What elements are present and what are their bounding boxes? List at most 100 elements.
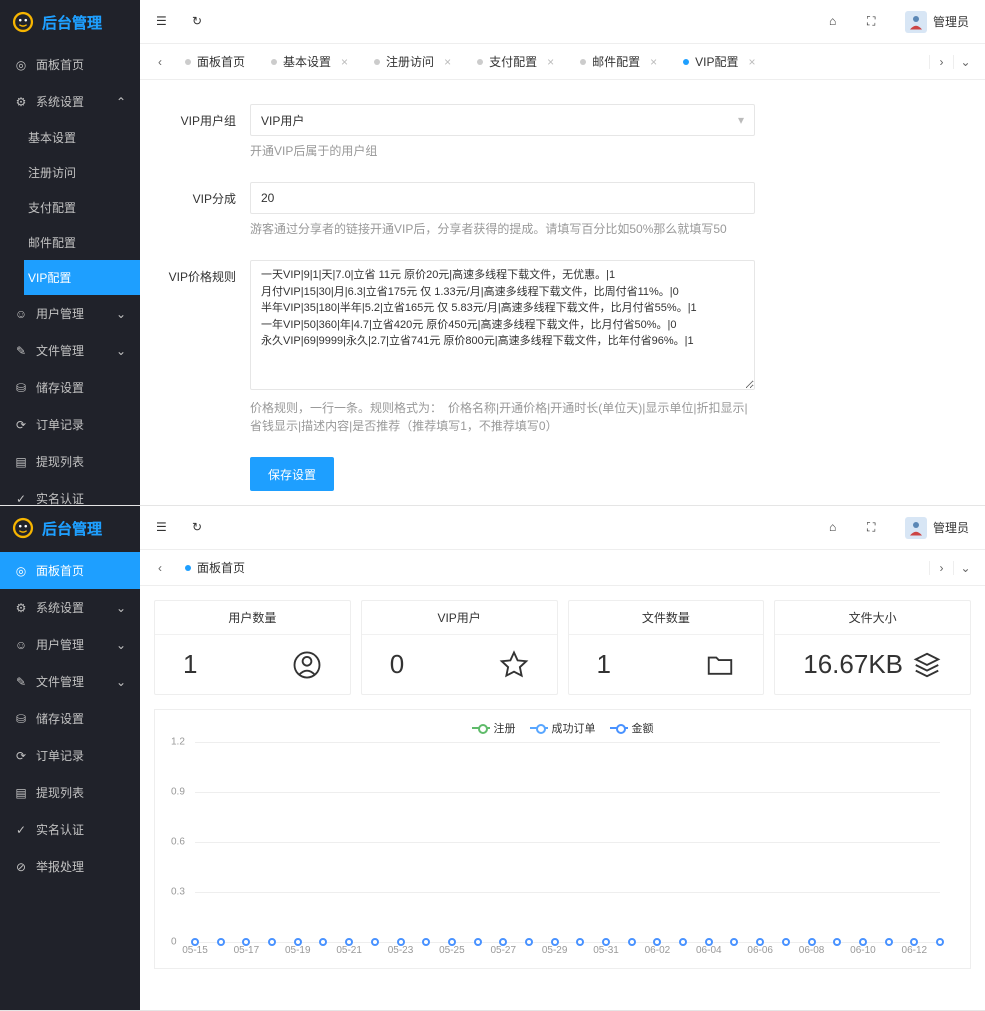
tab-close-icon[interactable]: × bbox=[650, 55, 657, 69]
admin-menu[interactable]: 管理员 bbox=[905, 11, 969, 33]
legend-label: 成功订单 bbox=[552, 720, 596, 736]
nav-dashboard[interactable]: ◎面板首页 bbox=[0, 46, 140, 83]
nav-user[interactable]: ☺用户管理⌄ bbox=[0, 626, 140, 663]
nav-orders[interactable]: ⟳订单记录 bbox=[0, 737, 140, 774]
chart-point bbox=[833, 938, 841, 946]
tab-dot-icon bbox=[477, 59, 483, 65]
nav-sub-label: 注册访问 bbox=[28, 164, 76, 181]
nav-system-sub[interactable]: 注册访问 bbox=[24, 155, 140, 190]
tab[interactable]: VIP配置× bbox=[670, 44, 768, 80]
tab-label: 邮件配置 bbox=[592, 53, 640, 70]
share-hint: 游客通过分享者的链接开通VIP后，分享者获得的提成。请填写百分比如50%那么就填… bbox=[250, 220, 755, 238]
nav-storage[interactable]: ⛁储存设置 bbox=[0, 700, 140, 737]
tab-label: 支付配置 bbox=[489, 53, 537, 70]
nav-system-sub[interactable]: 邮件配置 bbox=[24, 225, 140, 260]
user-icon bbox=[292, 650, 322, 680]
chevron-down-icon: ⌄ bbox=[116, 307, 126, 321]
refresh-icon[interactable]: ↻ bbox=[192, 520, 208, 536]
nav-withdraw[interactable]: ▤提现列表 bbox=[0, 774, 140, 811]
vipgroup-value: VIP用户 bbox=[261, 112, 304, 129]
tab-close-icon[interactable]: × bbox=[748, 55, 755, 69]
nav-file-label: 文件管理 bbox=[36, 673, 84, 690]
nav-withdraw-label: 提现列表 bbox=[36, 453, 84, 470]
rules-hint: 价格规则，一行一条。规则格式为： 价格名称|开通价格|开通时长(单位天)|显示单… bbox=[250, 399, 755, 435]
tab-prev[interactable]: ‹ bbox=[148, 561, 172, 575]
menu-toggle-icon[interactable]: ☰ bbox=[156, 520, 172, 536]
stat-card: VIP用户0 bbox=[361, 600, 558, 695]
tab[interactable]: 支付配置 × bbox=[464, 44, 567, 80]
layers-icon bbox=[912, 650, 942, 680]
tab-more[interactable]: ⌄ bbox=[953, 561, 977, 575]
chart-point bbox=[371, 938, 379, 946]
chart-point bbox=[782, 938, 790, 946]
vipgroup-label: VIP用户组 bbox=[160, 104, 250, 176]
nav-system-sub[interactable]: 支付配置 bbox=[24, 190, 140, 225]
legend-item[interactable]: 金额 bbox=[610, 720, 654, 736]
nav-system-sub[interactable]: 基本设置 bbox=[24, 120, 140, 155]
nav-dashboard[interactable]: ◎面板首页 bbox=[0, 552, 140, 589]
nav-report[interactable]: ⊘举报处理 bbox=[0, 848, 140, 885]
sidebar: 后台管理 ◎面板首页 ⚙系统设置⌃ 基本设置注册访问支付配置邮件配置VIP配置 … bbox=[0, 0, 140, 505]
card-title: 文件数量 bbox=[569, 601, 764, 635]
admin-menu[interactable]: 管理员 bbox=[905, 517, 969, 539]
tab-close-icon[interactable]: × bbox=[341, 55, 348, 69]
nav-orders[interactable]: ⟳订单记录 bbox=[0, 406, 140, 443]
avatar-icon bbox=[905, 517, 927, 539]
admin-name: 管理员 bbox=[933, 519, 969, 536]
tabbar: ‹ 面板首页 › ⌄ bbox=[140, 550, 985, 586]
save-button[interactable]: 保存设置 bbox=[250, 457, 334, 491]
tab-dot-icon bbox=[271, 59, 277, 65]
nav-realname[interactable]: ✓实名认证 bbox=[0, 811, 140, 848]
home-icon[interactable]: ⌂ bbox=[829, 14, 845, 30]
legend-item[interactable]: 注册 bbox=[472, 720, 516, 736]
chart-point bbox=[628, 938, 636, 946]
tab[interactable]: 面板首页 bbox=[172, 44, 258, 80]
tab-label: 基本设置 bbox=[283, 53, 331, 70]
chevron-up-icon: ⌃ bbox=[116, 95, 126, 109]
tab-dot-icon bbox=[683, 59, 689, 65]
nav-system[interactable]: ⚙系统设置⌃ bbox=[0, 83, 140, 120]
avatar-icon bbox=[905, 11, 927, 33]
menu-toggle-icon[interactable]: ☰ bbox=[156, 14, 172, 30]
share-input[interactable] bbox=[250, 182, 755, 214]
rules-textarea[interactable] bbox=[250, 260, 755, 390]
tab[interactable]: 注册访问 × bbox=[361, 44, 464, 80]
tab[interactable]: 邮件配置 × bbox=[567, 44, 670, 80]
chart-point bbox=[730, 938, 738, 946]
nav-storage[interactable]: ⛁储存设置 bbox=[0, 369, 140, 406]
nav-sub-label: 支付配置 bbox=[28, 199, 76, 216]
refresh-icon[interactable]: ↻ bbox=[192, 14, 208, 30]
tab-label: 注册访问 bbox=[386, 53, 434, 70]
nav-storage-label: 储存设置 bbox=[36, 710, 84, 727]
chart-point bbox=[217, 938, 225, 946]
tab-close-icon[interactable]: × bbox=[444, 55, 451, 69]
nav-sub-label: VIP配置 bbox=[28, 269, 71, 286]
tab-more[interactable]: ⌄ bbox=[953, 55, 977, 69]
fullscreen-icon[interactable]: ⛶ bbox=[867, 520, 883, 536]
nav-withdraw[interactable]: ▤提现列表 bbox=[0, 443, 140, 480]
vipgroup-select[interactable]: VIP用户 ▾ bbox=[250, 104, 755, 136]
nav-system-sub[interactable]: VIP配置 bbox=[24, 260, 140, 295]
tab-next[interactable]: › bbox=[929, 561, 953, 575]
nav-system[interactable]: ⚙系统设置⌄ bbox=[0, 589, 140, 626]
tab-next[interactable]: › bbox=[929, 55, 953, 69]
tab-close-icon[interactable]: × bbox=[547, 55, 554, 69]
rules-label: VIP价格规则 bbox=[160, 260, 250, 451]
share-label: VIP分成 bbox=[160, 182, 250, 254]
stat-card: 文件数量1 bbox=[568, 600, 765, 695]
home-icon[interactable]: ⌂ bbox=[829, 520, 845, 536]
brand-icon bbox=[12, 517, 34, 539]
chart-point bbox=[474, 938, 482, 946]
tab-dot-icon bbox=[580, 59, 586, 65]
nav-file[interactable]: ✎文件管理⌄ bbox=[0, 332, 140, 369]
caret-down-icon: ▾ bbox=[738, 113, 744, 127]
tabbar: ‹ 面板首页基本设置×注册访问×支付配置×邮件配置×VIP配置× › ⌄ bbox=[140, 44, 985, 80]
chart-point bbox=[936, 938, 944, 946]
nav-file[interactable]: ✎文件管理⌄ bbox=[0, 663, 140, 700]
tab[interactable]: 基本设置 × bbox=[258, 44, 361, 80]
tab[interactable]: 面板首页 bbox=[172, 550, 258, 586]
fullscreen-icon[interactable]: ⛶ bbox=[867, 14, 883, 30]
legend-item[interactable]: 成功订单 bbox=[530, 720, 596, 736]
tab-prev[interactable]: ‹ bbox=[148, 55, 172, 69]
nav-user[interactable]: ☺用户管理⌄ bbox=[0, 295, 140, 332]
